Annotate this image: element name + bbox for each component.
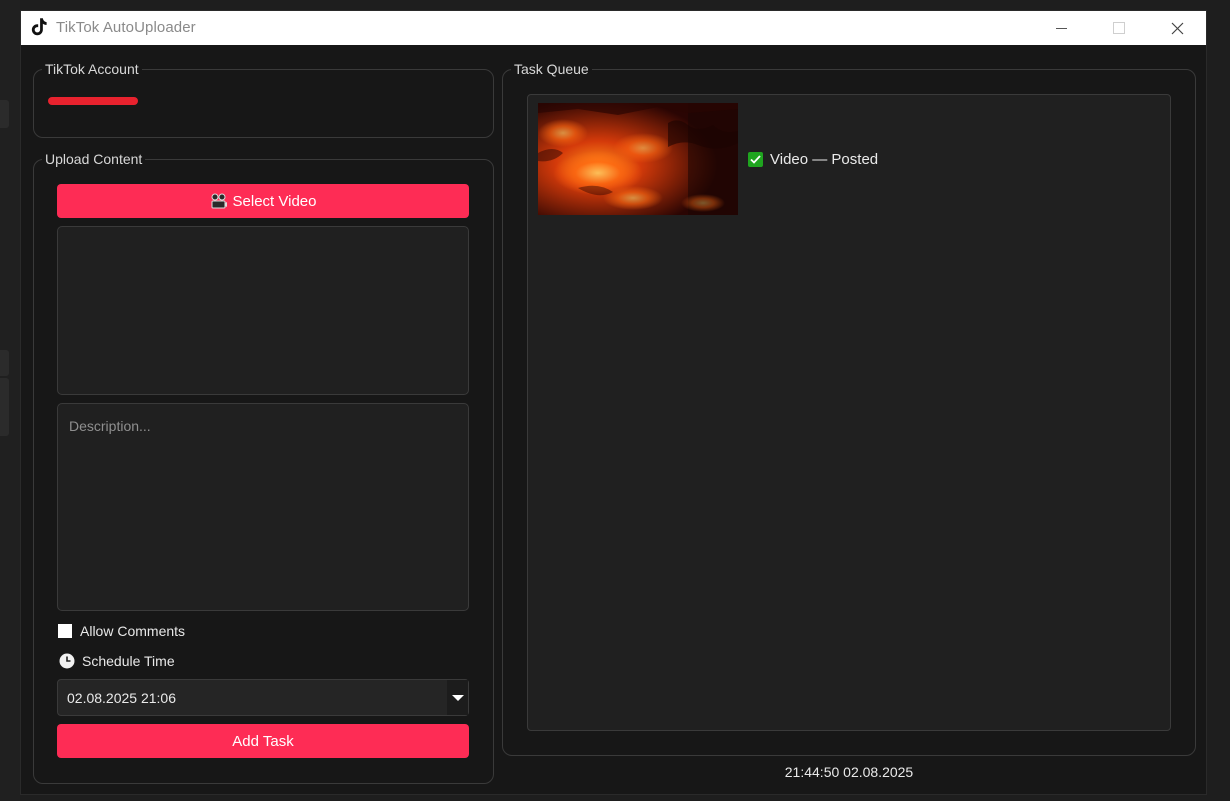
backdrop-edge-mark	[0, 100, 9, 128]
desktop-backdrop	[0, 0, 20, 801]
clock-icon	[59, 653, 75, 669]
video-preview-area	[57, 226, 469, 395]
backdrop-edge-mark	[0, 378, 9, 436]
task-queue-panel: Task Queue Video — Posted	[502, 59, 1196, 756]
redacted-account-name	[48, 97, 138, 105]
close-button[interactable]	[1148, 11, 1206, 45]
add-task-button[interactable]: Add Task	[57, 724, 469, 758]
app-window: TikTok AutoUploader TikTok Account Uploa…	[20, 10, 1207, 795]
upload-panel-title: Upload Content	[42, 149, 146, 169]
task-queue-title: Task Queue	[511, 59, 592, 79]
schedule-time-label: Schedule Time	[82, 653, 175, 669]
title-bar: TikTok AutoUploader	[21, 11, 1206, 45]
account-panel-title: TikTok Account	[42, 59, 142, 79]
minimize-button[interactable]	[1032, 11, 1090, 45]
video-thumbnail	[538, 103, 738, 215]
minimize-icon	[1055, 27, 1067, 29]
maximize-icon	[1113, 22, 1125, 34]
close-icon	[1171, 22, 1183, 34]
datetime-dropdown-button[interactable]	[447, 680, 468, 715]
backdrop-edge-mark	[0, 350, 9, 376]
account-panel: TikTok Account	[33, 59, 494, 138]
select-video-label: Select Video	[232, 192, 317, 210]
description-placeholder: Description...	[69, 418, 151, 434]
check-box-icon	[748, 152, 763, 167]
allow-comments-checkbox[interactable]	[58, 624, 72, 638]
current-time-label: 21:44:50 02.08.2025	[784, 764, 914, 780]
upload-panel: Upload Content Select Video Description.…	[33, 149, 494, 784]
allow-comments-label: Allow Comments	[80, 623, 186, 639]
maximize-button[interactable]	[1090, 11, 1148, 45]
window-title: TikTok AutoUploader	[56, 19, 196, 36]
chevron-down-icon	[451, 694, 464, 701]
add-task-label: Add Task	[232, 732, 294, 750]
select-video-button[interactable]: Select Video	[57, 184, 469, 218]
schedule-datetime-value: 02.08.2025 21:06	[67, 690, 176, 706]
task-queue-list[interactable]: Video — Posted	[527, 94, 1171, 731]
schedule-datetime-picker[interactable]: 02.08.2025 21:06	[57, 679, 469, 716]
tiktok-logo-icon	[31, 18, 47, 36]
queue-item-status: Video — Posted	[770, 151, 879, 168]
queue-item[interactable]: Video — Posted	[538, 103, 1138, 215]
film-projector-icon	[211, 193, 227, 208]
description-textarea[interactable]: Description...	[57, 403, 469, 611]
